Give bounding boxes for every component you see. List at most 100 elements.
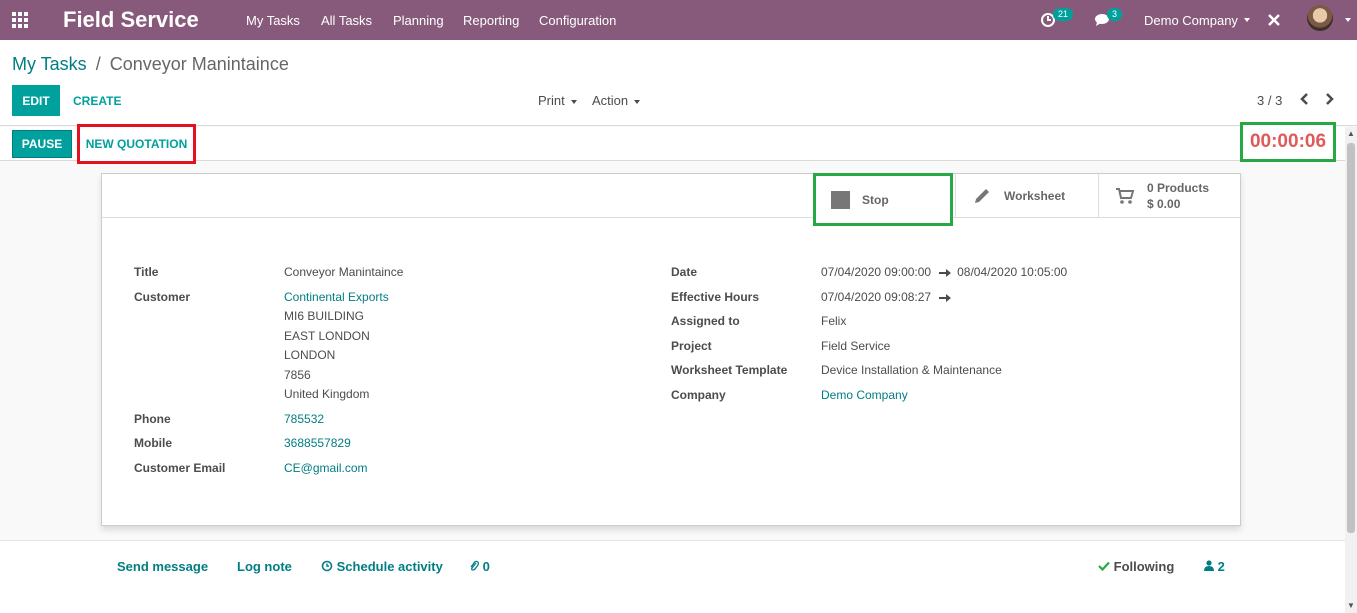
address-line: 7856	[284, 368, 311, 382]
company-label: Company	[671, 388, 726, 402]
new-quotation-button[interactable]: NEW QUOTATION	[77, 124, 196, 164]
smart-button-box: Stop Worksheet 0 Products $ 0.00	[102, 173, 1240, 226]
effective-start: 07/04/2020 09:08:27	[821, 290, 932, 304]
effective-hours-label: Effective Hours	[671, 290, 760, 304]
following-label: Following	[1113, 559, 1175, 574]
stop-button[interactable]: Stop	[813, 173, 953, 226]
assigned-to-value: Felix	[821, 314, 847, 328]
project-value: Field Service	[821, 339, 891, 353]
address-line: United Kingdom	[284, 387, 370, 401]
scroll-down-arrow-icon[interactable]: ▼	[1347, 601, 1355, 610]
app-brand[interactable]: Field Service	[63, 0, 199, 40]
print-dropdown-label: Print	[538, 93, 565, 108]
breadcrumb-separator: /	[95, 54, 101, 74]
assigned-to-label: Assigned to	[671, 314, 740, 328]
pager-value[interactable]: 3 / 3	[1257, 93, 1282, 108]
worksheet-template-value: Device Installation & Maintenance	[821, 363, 1002, 377]
arrow-right-icon	[939, 293, 952, 302]
worksheet-label: Worksheet	[1004, 189, 1066, 203]
form-statusbar: PAUSE NEW QUOTATION 00:00:06	[0, 122, 1345, 164]
date-range: 07/04/2020 09:00:00 08/04/2020 10:05:00	[821, 265, 1067, 279]
form-sheet: Stop Worksheet 0 Products $ 0.00 Title C…	[101, 173, 1241, 526]
top-navbar: Field Service My Tasks All Tasks Plannin…	[0, 0, 1357, 40]
customer-link[interactable]: Continental Exports	[284, 290, 389, 304]
print-dropdown[interactable]: Print	[538, 93, 577, 108]
phone-label: Phone	[134, 412, 171, 426]
pager-next-icon[interactable]	[1325, 92, 1335, 111]
date-label: Date	[671, 265, 698, 279]
scroll-thumb[interactable]	[1347, 143, 1355, 533]
address-line: EAST LONDON	[284, 329, 370, 343]
attachments-button[interactable]: 0	[469, 559, 490, 574]
caret-down-icon	[634, 99, 641, 104]
worksheet-button[interactable]: Worksheet	[955, 174, 1098, 218]
title-label: Title	[134, 265, 159, 279]
customer-label: Customer	[134, 290, 191, 304]
stop-label: Stop	[862, 192, 889, 207]
following-button[interactable]: Following	[1098, 559, 1174, 574]
products-count: 0 Products	[1147, 181, 1210, 195]
company-switcher-label: Demo Company	[1144, 12, 1238, 28]
products-button[interactable]: 0 Products $ 0.00	[1098, 174, 1240, 218]
scroll-up-arrow-icon[interactable]: ▲	[1347, 129, 1355, 138]
action-dropdown-label: Action	[592, 93, 629, 108]
caret-down-icon	[570, 99, 577, 104]
messages-badge: 3	[1107, 8, 1123, 21]
worksheet-template-label: Worksheet Template	[671, 363, 788, 377]
breadcrumb-my-tasks[interactable]: My Tasks	[12, 54, 87, 74]
pager-previous-icon[interactable]	[1299, 92, 1309, 111]
products-amount: $ 0.00	[1147, 197, 1181, 211]
caret-down-icon	[1243, 18, 1250, 22]
menu-planning[interactable]: Planning	[393, 0, 444, 40]
chatter-bar: Send message Log note Schedule activity …	[0, 540, 1345, 613]
followers-button[interactable]: 2	[1204, 559, 1225, 574]
action-dropdown[interactable]: Action	[592, 93, 641, 108]
menu-all-tasks[interactable]: All Tasks	[321, 0, 372, 40]
stop-square-icon	[831, 190, 850, 209]
schedule-activity-label: Schedule activity	[336, 559, 443, 574]
page-scrollbar[interactable]: ▲ ▼	[1345, 127, 1357, 613]
phone-link[interactable]: 785532	[284, 412, 324, 426]
company-switcher[interactable]: Demo Company	[1144, 0, 1250, 40]
check-icon	[1098, 561, 1110, 572]
schedule-activity-button[interactable]: Schedule activity	[321, 559, 443, 574]
clock-icon	[321, 560, 333, 572]
customer-email-label: Customer Email	[134, 461, 226, 475]
apps-menu-icon[interactable]	[12, 0, 32, 40]
user-avatar[interactable]	[1307, 5, 1333, 31]
cart-icon	[1116, 188, 1135, 204]
followers-count: 2	[1217, 559, 1225, 574]
breadcrumb-current: Conveyor Manintaince	[109, 54, 289, 74]
activity-badge: 21	[1053, 8, 1074, 21]
pause-button[interactable]: PAUSE	[12, 130, 72, 158]
menu-reporting[interactable]: Reporting	[463, 0, 519, 40]
pencil-icon	[975, 189, 989, 203]
title-value: Conveyor Manintaince	[284, 265, 404, 279]
project-label: Project	[671, 339, 712, 353]
date-end: 08/04/2020 10:05:00	[957, 265, 1068, 279]
log-note-button[interactable]: Log note	[237, 559, 292, 574]
edit-button[interactable]: EDIT	[12, 85, 60, 116]
mobile-label: Mobile	[134, 436, 172, 450]
address-line: MI6 BUILDING	[284, 309, 365, 323]
control-panel: My Tasks / Conveyor Manintaince EDIT CRE…	[0, 40, 1357, 126]
menu-configuration[interactable]: Configuration	[539, 0, 616, 40]
arrow-right-icon	[939, 268, 952, 277]
attachments-count: 0	[482, 559, 490, 574]
user-icon	[1204, 560, 1214, 571]
debug-tools-icon[interactable]	[1267, 0, 1281, 40]
task-timer: 00:00:06	[1240, 122, 1336, 162]
date-start: 07/04/2020 09:00:00	[821, 265, 932, 279]
mobile-link[interactable]: 3688557829	[284, 436, 351, 450]
menu-my-tasks[interactable]: My Tasks	[246, 0, 300, 40]
paperclip-icon	[470, 560, 479, 571]
address-line: LONDON	[284, 348, 336, 362]
create-button[interactable]: CREATE	[73, 85, 121, 116]
effective-hours-range: 07/04/2020 09:08:27	[821, 290, 957, 304]
send-message-button[interactable]: Send message	[117, 559, 208, 574]
user-menu-caret-icon[interactable]	[1339, 0, 1351, 40]
company-link[interactable]: Demo Company	[821, 388, 908, 402]
customer-email-link[interactable]: CE@gmail.com	[284, 461, 368, 475]
activity-clock-icon[interactable]	[1040, 0, 1056, 40]
breadcrumb: My Tasks / Conveyor Manintaince	[12, 54, 289, 75]
